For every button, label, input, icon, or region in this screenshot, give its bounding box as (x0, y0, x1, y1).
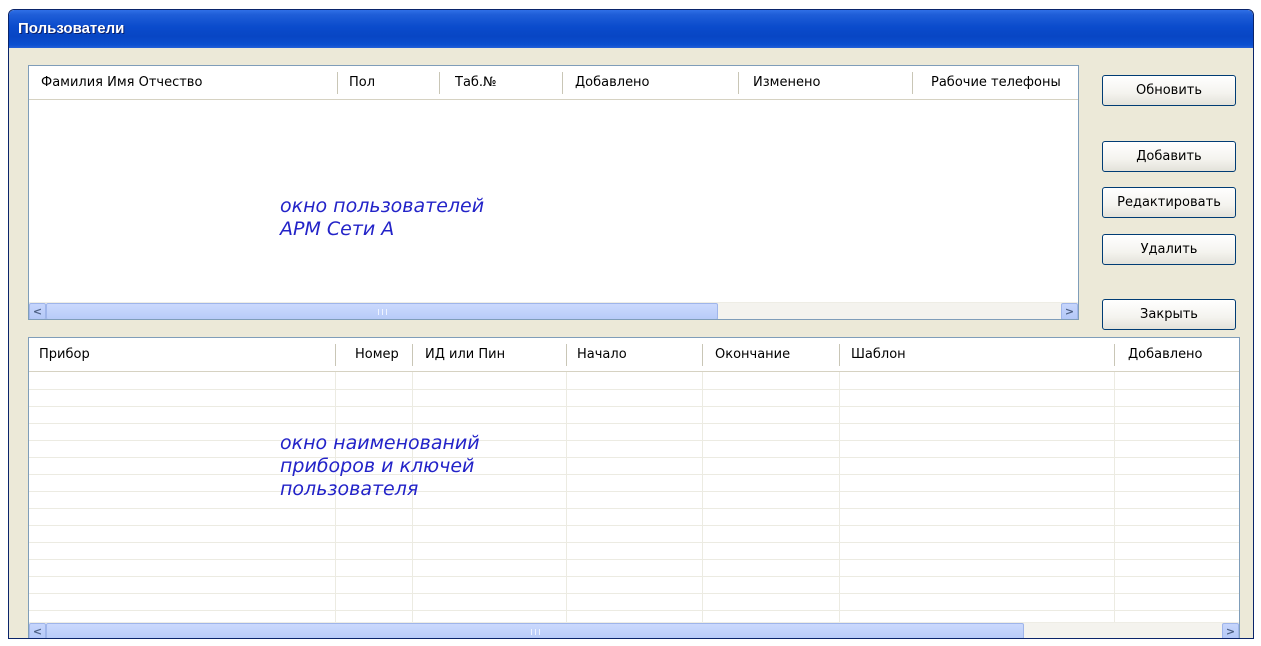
devices-grid[interactable]: Прибор Номер ИД или Пин Начало Окончание… (28, 337, 1240, 638)
users-window: Пользователи Фамилия Имя Отчество Пол Та… (8, 9, 1254, 639)
grid-line (29, 593, 1239, 594)
column-header-number[interactable]: Номер (355, 338, 415, 372)
title-bar[interactable]: Пользователи (9, 10, 1253, 48)
grid-line (29, 508, 1239, 509)
grid-line (29, 525, 1239, 526)
grid-line (566, 372, 567, 622)
window-title: Пользователи (18, 20, 125, 37)
window-client-area: Фамилия Имя Отчество Пол Таб.№ Добавлено… (13, 48, 1249, 638)
arrow-right-icon[interactable]: > (1222, 623, 1239, 638)
grid-line (29, 423, 1239, 424)
column-divider[interactable] (839, 344, 840, 366)
grid-line (839, 372, 840, 622)
delete-button[interactable]: Удалить (1102, 234, 1236, 265)
column-divider[interactable] (566, 344, 567, 366)
column-header-changed[interactable]: Изменено (753, 66, 903, 100)
arrow-right-icon[interactable]: > (1061, 303, 1078, 319)
grid-line (29, 474, 1239, 475)
devices-grid-header: Прибор Номер ИД или Пин Начало Окончание… (29, 338, 1239, 372)
column-divider[interactable] (562, 72, 563, 94)
grid-line (29, 406, 1239, 407)
column-divider[interactable] (738, 72, 739, 94)
column-header-template[interactable]: Шаблон (851, 338, 1111, 372)
column-header-gender[interactable]: Пол (349, 66, 439, 100)
users-grid-annotation: окно пользователей АРМ Сети А (280, 195, 484, 241)
column-header-full-name[interactable]: Фамилия Имя Отчество (41, 66, 341, 100)
column-header-device[interactable]: Прибор (39, 338, 329, 372)
column-divider[interactable] (412, 344, 413, 366)
column-header-tab-number[interactable]: Таб.№ (455, 66, 555, 100)
column-divider[interactable] (439, 72, 440, 94)
column-divider[interactable] (335, 344, 336, 366)
grid-line (29, 542, 1239, 543)
annotation-line: АРМ Сети А (280, 218, 395, 240)
column-header-start[interactable]: Начало (577, 338, 707, 372)
grip-icon (378, 309, 387, 315)
devices-grid-rows[interactable] (29, 372, 1239, 622)
grid-line (29, 440, 1239, 441)
users-grid-horizontal-scrollbar[interactable]: < > (29, 302, 1078, 319)
grid-line (1114, 372, 1115, 622)
column-header-added[interactable]: Добавлено (575, 66, 725, 100)
annotation-line: окно пользователей (280, 195, 485, 217)
devices-grid-horizontal-scrollbar[interactable]: < > (29, 622, 1239, 638)
grid-line (29, 389, 1239, 390)
column-divider[interactable] (337, 72, 338, 94)
grid-line (29, 576, 1239, 577)
column-divider[interactable] (912, 72, 913, 94)
scroll-thumb[interactable] (46, 303, 718, 319)
grid-line (29, 559, 1239, 560)
edit-button[interactable]: Редактировать (1102, 187, 1236, 218)
column-header-work-phones[interactable]: Рабочие телефоны (931, 66, 1078, 100)
annotation-line: пользователя (280, 478, 419, 500)
grip-icon (531, 629, 540, 635)
grid-line (29, 610, 1239, 611)
column-header-end[interactable]: Окончание (715, 338, 845, 372)
column-divider[interactable] (702, 344, 703, 366)
column-divider[interactable] (1114, 344, 1115, 366)
grid-line (29, 457, 1239, 458)
close-button[interactable]: Закрыть (1102, 299, 1236, 330)
add-button[interactable]: Добавить (1102, 141, 1236, 172)
grid-line (702, 372, 703, 622)
scroll-thumb[interactable] (46, 623, 1024, 638)
arrow-left-icon[interactable]: < (29, 303, 46, 319)
devices-grid-annotation: окно наименований приборов и ключей поль… (280, 432, 480, 501)
refresh-button[interactable]: Обновить (1102, 75, 1236, 106)
column-header-id-or-pin[interactable]: ИД или Пин (425, 338, 565, 372)
annotation-line: приборов и ключей (280, 455, 475, 477)
column-header-added[interactable]: Добавлено (1128, 338, 1239, 372)
annotation-line: окно наименований (280, 432, 480, 454)
arrow-left-icon[interactable]: < (29, 623, 46, 638)
users-grid[interactable]: Фамилия Имя Отчество Пол Таб.№ Добавлено… (28, 65, 1079, 320)
users-grid-header: Фамилия Имя Отчество Пол Таб.№ Добавлено… (29, 66, 1078, 100)
grid-line (29, 491, 1239, 492)
